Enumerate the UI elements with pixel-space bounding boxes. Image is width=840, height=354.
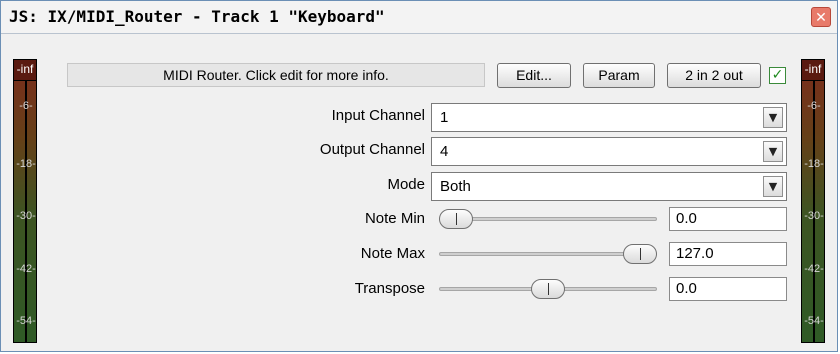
input-channel-label: Input Channel [331, 107, 425, 124]
title-bar[interactable]: JS: IX/MIDI_Router - Track 1 "Keyboard" … [1, 1, 837, 34]
right-meter-mark: -54- [804, 315, 824, 327]
io-routing-button[interactable]: 2 in 2 out [667, 63, 761, 88]
left-meter-mark: -18- [16, 158, 36, 170]
left-meter-mark: -6- [19, 100, 33, 112]
mode-select[interactable]: Both ▼ [431, 172, 787, 201]
output-channel-label: Output Channel [319, 141, 425, 158]
param-button[interactable]: Param [583, 63, 655, 88]
right-level-meter: -inf -6- -18- -30- -42- -54- [801, 59, 825, 343]
note-max-field[interactable]: 127.0 [669, 242, 787, 266]
note-max-label: Note Max [360, 245, 425, 262]
right-meter-mark: -30- [804, 210, 824, 222]
input-channel-value: 1 [440, 109, 449, 126]
chevron-down-icon[interactable]: ▼ [763, 141, 783, 162]
transpose-field[interactable]: 0.0 [669, 277, 787, 301]
left-meter-mark: -42- [16, 263, 36, 275]
chevron-down-icon[interactable]: ▼ [763, 107, 783, 128]
transpose-label: Transpose [354, 280, 425, 297]
input-channel-select[interactable]: 1 ▼ [431, 103, 787, 132]
left-level-meter: -inf -6- -18- -30- -42- -54- [13, 59, 37, 343]
note-max-slider-thumb[interactable] [623, 244, 657, 264]
close-icon[interactable]: ✕ [811, 7, 831, 27]
right-meter-mark: -6- [807, 100, 821, 112]
left-meter-peak: -inf [14, 60, 36, 81]
left-meter-mark: -54- [16, 315, 36, 327]
edit-button[interactable]: Edit... [497, 63, 571, 88]
window-title: JS: IX/MIDI_Router - Track 1 "Keyboard" [9, 7, 385, 26]
mode-value: Both [440, 178, 471, 195]
left-meter-mark: -30- [16, 210, 36, 222]
plugin-description: MIDI Router. Click edit for more info. [67, 63, 485, 87]
note-min-slider-thumb[interactable] [439, 209, 473, 229]
right-meter-peak: -inf [802, 60, 824, 81]
plugin-window: JS: IX/MIDI_Router - Track 1 "Keyboard" … [0, 0, 838, 352]
output-channel-value: 4 [440, 143, 449, 160]
enable-checkbox[interactable]: ✓ [769, 67, 786, 84]
chevron-down-icon[interactable]: ▼ [763, 176, 783, 197]
output-channel-select[interactable]: 4 ▼ [431, 137, 787, 166]
note-min-label: Note Min [364, 210, 425, 227]
right-meter-mark: -42- [804, 263, 824, 275]
right-meter-mark: -18- [804, 158, 824, 170]
transpose-slider-thumb[interactable] [531, 279, 565, 299]
mode-label: Mode [387, 176, 425, 193]
note-min-field[interactable]: 0.0 [669, 207, 787, 231]
